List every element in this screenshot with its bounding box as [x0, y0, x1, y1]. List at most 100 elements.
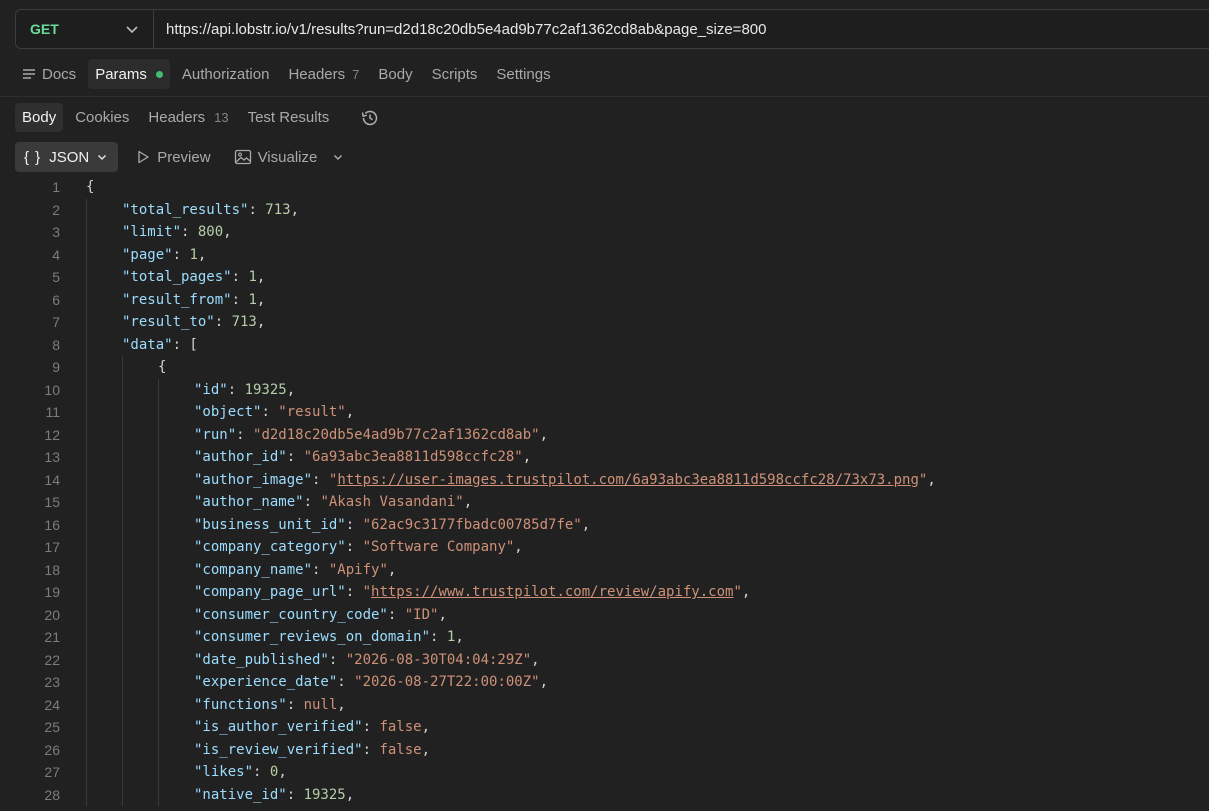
indent-guide: [158, 491, 159, 514]
tab-cookies[interactable]: Cookies: [68, 103, 136, 132]
history-icon[interactable]: [359, 107, 381, 129]
code-token: ,: [223, 224, 232, 240]
indent-guide: [86, 626, 87, 649]
code-token: :: [362, 741, 380, 758]
tab-params[interactable]: Params: [88, 59, 170, 89]
code-token: 19325: [303, 786, 346, 803]
line-number: 10: [44, 381, 60, 398]
code-content: "is_review_verified": false,: [194, 739, 430, 762]
code-token: "page": [122, 246, 173, 263]
code-token: ,: [539, 674, 549, 690]
code-token: :: [345, 584, 363, 600]
code-content: "total_results": 713,: [122, 199, 299, 222]
indent-guide: [158, 783, 159, 806]
indent-guide: [122, 536, 123, 559]
code-content: "result_from": 1,: [122, 289, 265, 312]
url-input[interactable]: https://api.lobstr.io/v1/results?run=d2d…: [154, 21, 766, 38]
indent-guide: [86, 311, 87, 334]
code-token: :: [337, 674, 355, 690]
code-token: ,: [345, 786, 355, 803]
code-token: "total_pages": [122, 269, 232, 285]
code-token: "consumer_country_code": [194, 606, 388, 623]
tab-response-body[interactable]: Body: [15, 103, 64, 132]
code-content: "native_id": 19325,: [194, 784, 354, 807]
code-line: 27 "likes": 0,: [0, 761, 1209, 784]
tab-authorization[interactable]: Authorization: [175, 59, 277, 89]
code-line: 13 "author_id": "6a93abc3ea8811d598ccfc28…: [0, 446, 1209, 469]
indent-guide: [86, 401, 87, 424]
code-token: ,: [522, 449, 532, 465]
code-token: "experience_date": [194, 674, 338, 690]
tab-label: Body: [22, 109, 57, 126]
code-token: :: [286, 786, 304, 803]
tab-settings[interactable]: Settings: [489, 59, 557, 89]
indent-guide: [158, 693, 159, 716]
code-token: :: [387, 606, 405, 623]
code-token: ,: [256, 291, 266, 308]
indent-guide: [122, 401, 123, 424]
headers-count-badge: 7: [352, 66, 360, 82]
code-line: 11 "object": "result",: [0, 401, 1209, 424]
chevron-down-icon[interactable]: [331, 150, 345, 164]
code-token: :: [362, 719, 380, 735]
code-token: "likes": [194, 764, 254, 780]
code-token: {: [86, 179, 95, 195]
indent-guide: [86, 603, 87, 626]
code-content: "author_id": "6a93abc3ea8811d598ccfc28",: [194, 446, 531, 469]
code-content: "functions": null,: [194, 694, 346, 717]
code-token: ,: [455, 629, 464, 645]
visualize-button[interactable]: Visualize: [228, 142, 324, 172]
code-line: 17 "company_category": "Software Company"…: [0, 536, 1209, 559]
indent-guide: [86, 648, 87, 671]
code-content: "consumer_reviews_on_domain": 1,: [194, 626, 464, 649]
tab-docs[interactable]: Docs: [15, 59, 83, 89]
indent-guide: [86, 558, 87, 581]
code-line: 20 "consumer_country_code": "ID",: [0, 603, 1209, 626]
code-content: "experience_date": "2026-08-27T22:00:00Z…: [194, 671, 548, 694]
line-number: 6: [52, 291, 60, 308]
code-content: "object": "result",: [194, 401, 354, 424]
line-number: 8: [52, 336, 60, 353]
code-token: :: [345, 539, 363, 555]
indent-guide: [122, 738, 123, 761]
line-number: 15: [44, 494, 60, 510]
code-token: "business_unit_id": [194, 516, 346, 533]
code-content: "author_name": "Akash Vasandani",: [194, 491, 472, 514]
code-token: ,: [387, 561, 397, 578]
code-token: ,: [256, 269, 266, 285]
code-token: "functions": [194, 696, 287, 713]
tab-response-headers[interactable]: Headers 13: [141, 103, 235, 132]
url-link[interactable]: https://www.trustpilot.com/review/apify.…: [371, 584, 733, 600]
code-token: "is_review_verified": [194, 741, 363, 758]
indent-guide: [122, 558, 123, 581]
code-line: 25 "is_author_verified": false,: [0, 716, 1209, 739]
code-token: "company_page_url": [194, 584, 346, 600]
indent-guide: [86, 423, 87, 446]
method-select[interactable]: GET: [16, 10, 154, 48]
code-token: ,: [581, 516, 591, 533]
response-headers-count-badge: 13: [214, 110, 229, 125]
url-link[interactable]: https://user-images.trustpilot.com/6a93a…: [337, 472, 919, 488]
line-number: 20: [44, 606, 60, 623]
code-token: "author_name": [194, 494, 304, 510]
code-token: 1: [248, 269, 257, 285]
tab-scripts[interactable]: Scripts: [425, 59, 485, 89]
code-token: "Software Company": [362, 539, 515, 555]
tab-test-results[interactable]: Test Results: [241, 103, 337, 132]
code-token: :: [286, 449, 304, 465]
chevron-down-icon: [98, 154, 107, 161]
code-line: 7 "result_to": 713,: [0, 311, 1209, 334]
indent-guide: [122, 626, 123, 649]
tab-body[interactable]: Body: [371, 59, 419, 89]
line-number: 12: [44, 426, 60, 443]
indent-guide: [122, 423, 123, 446]
line-number: 1: [52, 179, 60, 195]
code-token: ,: [741, 584, 751, 600]
indent-guide: [158, 671, 159, 694]
json-response-viewer[interactable]: 1{2 "total_results": 713, 3 "limit": 800, 4 "…: [0, 176, 1209, 806]
indent-guide: [122, 783, 123, 806]
format-select[interactable]: { } JSON: [15, 142, 119, 172]
preview-button[interactable]: Preview: [129, 142, 216, 172]
tab-headers[interactable]: Headers 7: [281, 59, 366, 89]
indent-guide: [86, 288, 87, 311]
